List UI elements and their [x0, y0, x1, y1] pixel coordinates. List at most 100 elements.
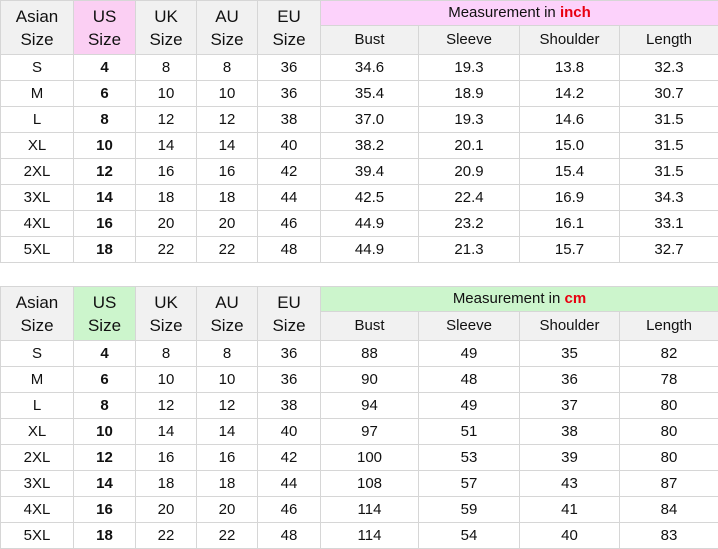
- header-bust: Bust: [321, 312, 419, 341]
- table-row: 3XL 14 18 18 44 108 57 43 87: [1, 471, 718, 497]
- cell-asian: M: [1, 81, 74, 107]
- cell-shoulder: 15.7: [520, 237, 620, 263]
- cell-length: 34.3: [620, 185, 718, 211]
- cell-au: 12: [197, 107, 258, 133]
- header-line-2: Size: [136, 28, 196, 51]
- banner-prefix: Measurement in: [448, 4, 560, 21]
- cell-us: 18: [74, 237, 136, 263]
- cell-us: 6: [74, 367, 136, 393]
- header-row-top: Asian Size US Size UK Size AU Size EU: [1, 1, 718, 26]
- cell-uk: 10: [136, 367, 197, 393]
- cell-us: 10: [74, 133, 136, 159]
- cell-uk: 22: [136, 523, 197, 549]
- cell-eu: 38: [258, 107, 321, 133]
- cell-length: 87: [620, 471, 718, 497]
- cell-uk: 22: [136, 237, 197, 263]
- table-row: 4XL 16 20 20 46 44.9 23.2 16.1 33.1: [1, 211, 718, 237]
- table-row: L 8 12 12 38 37.0 19.3 14.6 31.5: [1, 107, 718, 133]
- header-us-size: US Size: [74, 287, 136, 341]
- cell-eu: 40: [258, 419, 321, 445]
- cell-asian: 3XL: [1, 471, 74, 497]
- cell-eu: 48: [258, 237, 321, 263]
- cell-bust: 34.6: [321, 55, 419, 81]
- header-line-1: AU: [197, 291, 257, 314]
- cell-eu: 48: [258, 523, 321, 549]
- cell-us: 8: [74, 393, 136, 419]
- cell-uk: 12: [136, 393, 197, 419]
- cell-shoulder: 43: [520, 471, 620, 497]
- cell-asian: L: [1, 393, 74, 419]
- cell-length: 32.7: [620, 237, 718, 263]
- cell-bust: 38.2: [321, 133, 419, 159]
- cell-sleeve: 53: [419, 445, 520, 471]
- cell-sleeve: 22.4: [419, 185, 520, 211]
- cell-length: 31.5: [620, 133, 718, 159]
- cell-shoulder: 35: [520, 341, 620, 367]
- cell-bust: 97: [321, 419, 419, 445]
- measurement-unit-banner: Measurement in cm: [321, 287, 718, 312]
- cell-length: 80: [620, 445, 718, 471]
- cell-asian: L: [1, 107, 74, 133]
- cell-sleeve: 18.9: [419, 81, 520, 107]
- cell-length: 78: [620, 367, 718, 393]
- cell-shoulder: 37: [520, 393, 620, 419]
- header-asian-size: Asian Size: [1, 287, 74, 341]
- header-line-2: Size: [74, 28, 135, 51]
- cell-uk: 16: [136, 445, 197, 471]
- cell-eu: 46: [258, 497, 321, 523]
- banner-unit: cm: [565, 290, 587, 307]
- cell-au: 20: [197, 211, 258, 237]
- header-line-1: Asian: [1, 291, 73, 314]
- cell-length: 31.5: [620, 107, 718, 133]
- header-line-1: EU: [258, 291, 320, 314]
- cell-sleeve: 20.9: [419, 159, 520, 185]
- header-line-2: Size: [258, 28, 320, 51]
- cell-au: 8: [197, 341, 258, 367]
- cell-eu: 40: [258, 133, 321, 159]
- cell-asian: XL: [1, 133, 74, 159]
- header-asian-size: Asian Size: [1, 1, 74, 55]
- cell-bust: 114: [321, 523, 419, 549]
- cell-eu: 36: [258, 341, 321, 367]
- cell-shoulder: 14.6: [520, 107, 620, 133]
- table-row: L 8 12 12 38 94 49 37 80: [1, 393, 718, 419]
- cell-au: 10: [197, 367, 258, 393]
- table-row: XL 10 14 14 40 97 51 38 80: [1, 419, 718, 445]
- table-row: 4XL 16 20 20 46 114 59 41 84: [1, 497, 718, 523]
- cell-au: 22: [197, 523, 258, 549]
- table-row: 5XL 18 22 22 48 114 54 40 83: [1, 523, 718, 549]
- cell-sleeve: 21.3: [419, 237, 520, 263]
- cell-uk: 14: [136, 133, 197, 159]
- cell-shoulder: 36: [520, 367, 620, 393]
- table-row: S 4 8 8 36 34.6 19.3 13.8 32.3: [1, 55, 718, 81]
- cell-uk: 20: [136, 497, 197, 523]
- cell-eu: 46: [258, 211, 321, 237]
- cell-au: 16: [197, 445, 258, 471]
- header-eu-size: EU Size: [258, 287, 321, 341]
- cell-eu: 44: [258, 471, 321, 497]
- cell-shoulder: 40: [520, 523, 620, 549]
- header-line-1: UK: [136, 291, 196, 314]
- header-shoulder: Shoulder: [520, 312, 620, 341]
- cell-sleeve: 57: [419, 471, 520, 497]
- cell-sleeve: 59: [419, 497, 520, 523]
- cell-shoulder: 16.9: [520, 185, 620, 211]
- cell-eu: 44: [258, 185, 321, 211]
- cell-bust: 35.4: [321, 81, 419, 107]
- cell-us: 4: [74, 341, 136, 367]
- cell-bust: 37.0: [321, 107, 419, 133]
- cell-length: 80: [620, 419, 718, 445]
- cell-uk: 8: [136, 341, 197, 367]
- header-line-2: Size: [258, 314, 320, 337]
- header-line-2: Size: [74, 314, 135, 337]
- cell-eu: 36: [258, 81, 321, 107]
- cell-asian: 3XL: [1, 185, 74, 211]
- banner-prefix: Measurement in: [453, 290, 565, 307]
- cell-asian: 2XL: [1, 445, 74, 471]
- cell-bust: 94: [321, 393, 419, 419]
- cell-bust: 44.9: [321, 237, 419, 263]
- size-table-inch: Asian Size US Size UK Size AU Size EU: [0, 0, 718, 263]
- cell-sleeve: 48: [419, 367, 520, 393]
- cell-length: 82: [620, 341, 718, 367]
- cell-au: 10: [197, 81, 258, 107]
